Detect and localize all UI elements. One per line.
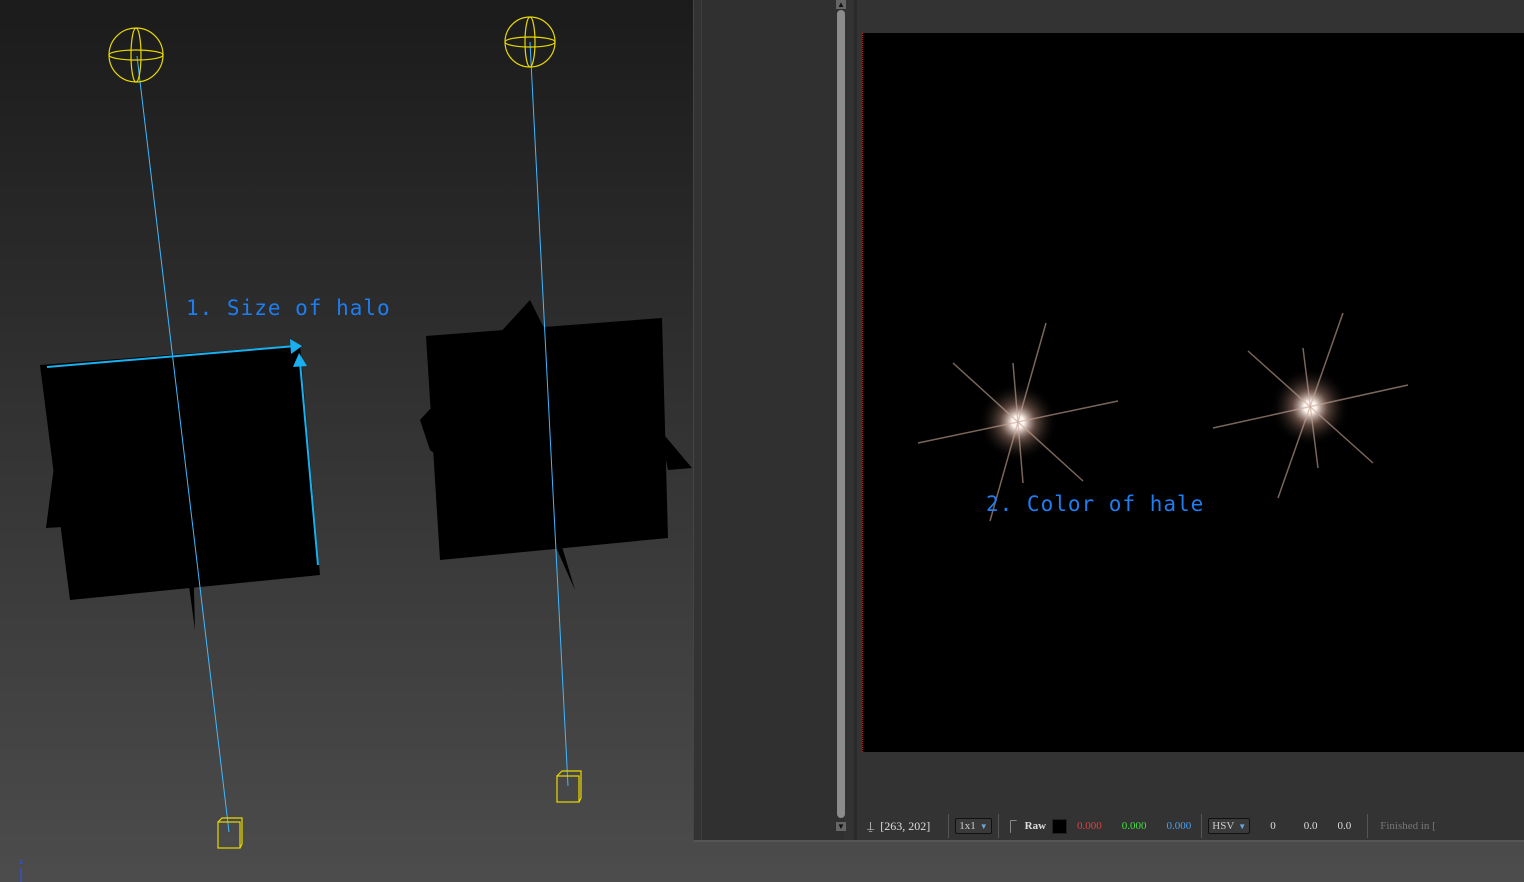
- scrollbar[interactable]: ▲ ▼: [835, 0, 847, 836]
- omni-light-gizmo-icon[interactable]: [108, 27, 164, 83]
- color-swatch: [1052, 818, 1068, 834]
- light-halo-glow: [1212, 312, 1409, 499]
- viewport-scene[interactable]: [0, 0, 693, 882]
- pixel-coords: [263, 202]: [880, 818, 931, 833]
- s-value: 0.0: [1303, 820, 1318, 832]
- target-box-icon[interactable]: [217, 817, 243, 849]
- zoom-value: 1x1: [959, 820, 976, 832]
- side-panel: [701, 0, 844, 840]
- panel-splitter[interactable]: [854, 0, 857, 840]
- annotation-color-of-halo: 2. Color of hale: [986, 492, 1205, 516]
- render-image[interactable]: 2. Color of hale: [862, 33, 1524, 752]
- h-value: 0: [1270, 820, 1276, 832]
- frame-buffer-window: ▲ ▼ 2. Color of hale ⍊ [263, 202] 1x1 ▼ …: [693, 0, 1524, 842]
- scroll-thumb[interactable]: [837, 10, 845, 818]
- scroll-down-icon[interactable]: ▼: [836, 822, 846, 831]
- status-bar: ⍊ [263, 202] 1x1 ▼ ⎾ Raw 0.000 0.000 0.00…: [857, 812, 1524, 840]
- pixel-lock-icon[interactable]: ⍊: [867, 819, 874, 834]
- axis-label-z: z: [19, 856, 23, 866]
- r-value: 0.000: [1077, 820, 1102, 832]
- color-space-value: HSV: [1212, 820, 1235, 832]
- v-value: 0.0: [1337, 820, 1352, 832]
- color-space-dropdown[interactable]: HSV ▼: [1208, 818, 1251, 834]
- chevron-down-icon: ▼: [979, 822, 988, 831]
- render-status-message: Finished in [: [1380, 820, 1436, 832]
- raw-toggle[interactable]: Raw: [1025, 820, 1046, 832]
- annotation-size-of-halo: 1. Size of halo: [186, 296, 391, 320]
- target-box-icon[interactable]: [556, 770, 582, 803]
- b-value: 0.000: [1166, 820, 1192, 832]
- render-canvas: [917, 312, 1409, 522]
- curve-icon[interactable]: ⎾: [1005, 818, 1017, 835]
- zoom-dropdown[interactable]: 1x1 ▼: [955, 818, 992, 834]
- scroll-up-icon[interactable]: ▲: [836, 0, 846, 9]
- g-value: 0.000: [1121, 820, 1147, 832]
- chevron-down-icon: ▼: [1238, 822, 1247, 831]
